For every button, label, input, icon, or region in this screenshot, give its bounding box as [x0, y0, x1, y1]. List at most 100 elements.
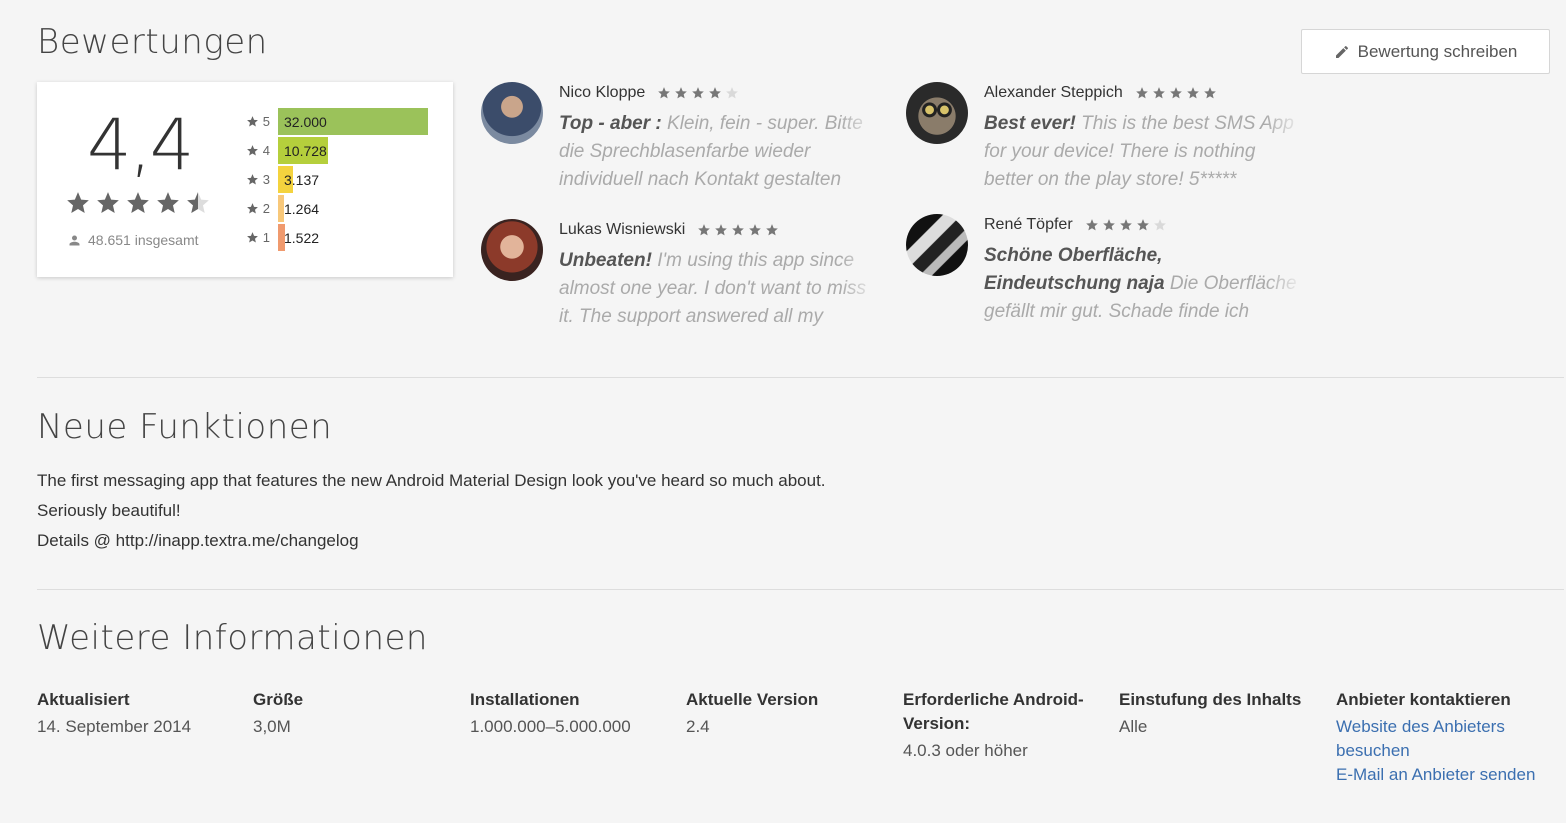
histogram-row: 1 1.522 — [242, 223, 438, 252]
section-divider — [37, 377, 1564, 378]
new-features-line: Seriously beautiful! — [37, 501, 181, 520]
reviewer-name: René Töpfer — [984, 216, 1073, 233]
review-stars — [657, 86, 739, 100]
histogram-count: 32.000 — [284, 114, 327, 130]
info-label: Größe — [253, 690, 304, 709]
developer-email-link[interactable]: E-Mail an Anbieter senden — [1336, 763, 1536, 787]
info-content-rating: Einstufung des Inhalts Alle — [1119, 688, 1319, 739]
star-icon — [127, 192, 149, 213]
star-icon — [675, 87, 688, 99]
star-icon — [1119, 219, 1132, 231]
histogram-star-count: 4 — [262, 143, 270, 158]
info-value: 4.0.3 oder höher — [903, 741, 1028, 760]
info-label: Erforderliche Android-Version: — [903, 690, 1084, 733]
new-features-line: The first messaging app that features th… — [37, 471, 826, 490]
info-label: Aktualisiert — [37, 690, 130, 709]
histogram-star-label: 5 — [242, 114, 278, 129]
histogram-star-count: 5 — [262, 114, 270, 129]
star-icon — [246, 232, 258, 243]
review-title: Unbeaten! — [559, 250, 652, 271]
pencil-icon — [1335, 45, 1348, 58]
star-icon — [246, 145, 258, 156]
info-label: Einstufung des Inhalts — [1119, 690, 1302, 709]
histogram-bar-wrap: 3.137 — [278, 166, 438, 193]
histogram-star-count: 1 — [262, 230, 270, 245]
histogram-bar-wrap: 1.264 — [278, 195, 438, 222]
write-review-button[interactable]: Bewertung schreiben — [1301, 29, 1550, 74]
star-icon — [658, 87, 671, 99]
new-features-title: Neue Funktionen — [37, 407, 333, 447]
rating-summary-card: 4,4 48.651 insgesamt 5 32.000 4 10.728 3 3.13… — [37, 82, 453, 277]
reviewer-name: Alexander Steppich — [984, 84, 1123, 101]
review-stars — [1135, 86, 1217, 100]
reviewer-name: Nico Kloppe — [559, 84, 646, 101]
star-icon — [692, 87, 705, 99]
review-text: Schöne Oberfläche, Eindeutschung naja Di… — [984, 242, 1304, 326]
info-value: Alle — [1119, 717, 1148, 736]
info-label: Anbieter kontaktieren — [1336, 690, 1511, 709]
info-installs: Installationen 1.000.000–5.000.000 — [470, 688, 670, 739]
write-review-label: Bewertung schreiben — [1357, 41, 1518, 61]
new-features-line: Details @ http://inapp.textra.me/changel… — [37, 531, 359, 550]
star-icon — [715, 224, 728, 236]
developer-website-link[interactable]: Website des Anbieters besuchen — [1336, 715, 1536, 763]
star-icon — [97, 192, 119, 213]
star-icon — [246, 116, 258, 127]
info-updated: Aktualisiert 14. September 2014 — [37, 688, 237, 739]
info-contact: Anbieter kontaktieren Website des Anbiet… — [1336, 688, 1536, 787]
histogram-row: 5 32.000 — [242, 107, 438, 136]
review-title: Schöne Oberfläche, Eindeutschung naja — [984, 245, 1165, 294]
histogram-row: 4 10.728 — [242, 136, 438, 165]
star-icon — [1169, 87, 1182, 99]
average-stars — [65, 190, 215, 216]
avatar — [906, 214, 968, 276]
star-icon — [1085, 219, 1098, 231]
histogram-star-label: 2 — [242, 201, 278, 216]
avatar — [481, 82, 543, 144]
info-version: Aktuelle Version 2.4 — [686, 688, 886, 739]
review-title: Best ever! — [984, 113, 1076, 134]
star-icon — [698, 224, 711, 236]
half-star-icon — [187, 192, 209, 213]
rating-histogram: 5 32.000 4 10.728 3 3.137 2 1.264 1 1.522 — [242, 107, 438, 252]
histogram-star-count: 2 — [262, 201, 270, 216]
star-icon — [732, 224, 745, 236]
histogram-star-label: 4 — [242, 143, 278, 158]
person-icon — [69, 235, 80, 245]
star-icon — [1153, 219, 1166, 231]
reviewer-name: Lukas Wisniewski — [559, 221, 686, 238]
star-icon — [67, 192, 89, 213]
star-icon — [1152, 87, 1165, 99]
review-text: Best ever! This is the best SMS App for … — [984, 110, 1304, 194]
section-divider — [37, 589, 1564, 590]
avatar — [481, 219, 543, 281]
star-icon — [1186, 87, 1199, 99]
more-info-title: Weitere Informationen — [37, 618, 428, 658]
info-android: Erforderliche Android-Version: 4.0.3 ode… — [903, 688, 1093, 763]
star-icon — [709, 87, 722, 99]
star-icon — [726, 87, 739, 99]
star-icon — [246, 174, 258, 185]
info-label: Installationen — [470, 690, 580, 709]
star-icon — [157, 192, 179, 213]
histogram-row: 3 3.137 — [242, 165, 438, 194]
info-value: 3,0M — [253, 717, 291, 736]
histogram-count: 1.522 — [284, 230, 320, 246]
histogram-bar-wrap: 10.728 — [278, 137, 438, 164]
ratings-title: Bewertungen — [37, 22, 268, 62]
star-icon — [1136, 219, 1149, 231]
histogram-count: 1.264 — [284, 201, 320, 217]
star-icon — [1203, 87, 1216, 99]
star-icon — [749, 224, 762, 236]
star-icon — [766, 224, 779, 236]
histogram-star-label: 1 — [242, 230, 278, 245]
histogram-count: 3.137 — [284, 172, 320, 188]
star-icon — [1102, 219, 1115, 231]
average-score: 4,4 — [87, 104, 194, 186]
histogram-star-count: 3 — [262, 172, 270, 187]
review-title: Top - aber : — [559, 113, 662, 134]
histogram-row: 2 1.264 — [242, 194, 438, 223]
info-value: 14. September 2014 — [37, 717, 192, 736]
review-text: Top - aber : Klein, fein - super. Bitte … — [559, 110, 879, 194]
info-value: 2.4 — [686, 717, 710, 736]
